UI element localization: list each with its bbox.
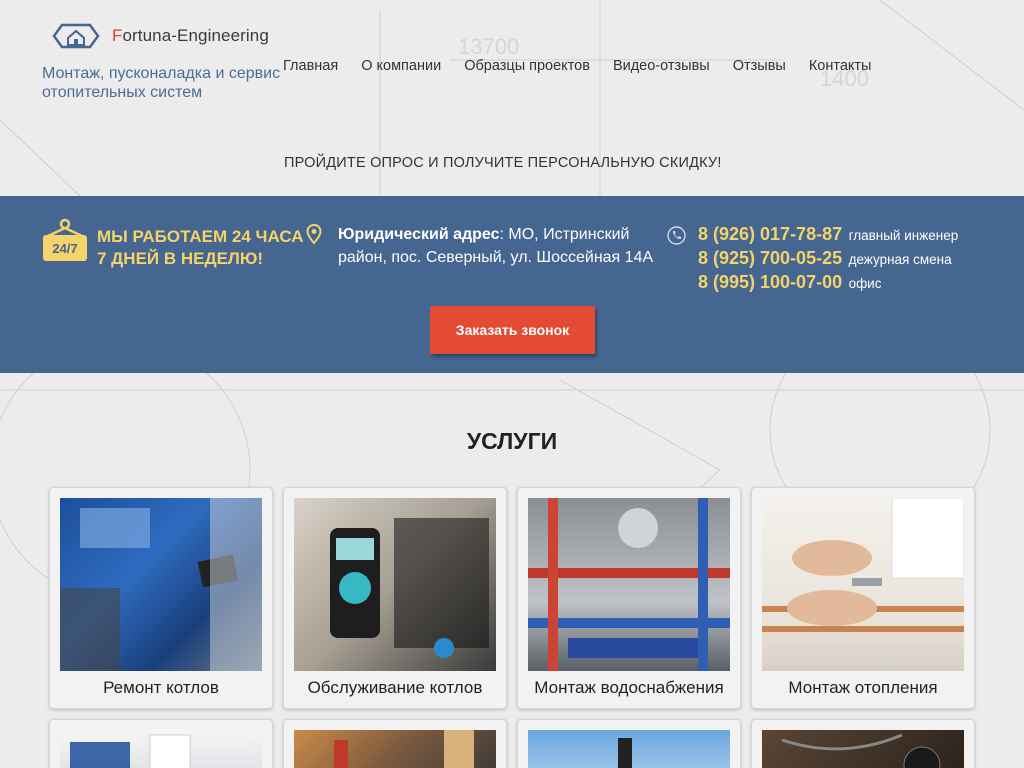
site-header: Fortuna-Engineering Монтаж, пусконаладка… — [0, 0, 1024, 196]
main-nav: Главная О компании Образцы проектов Виде… — [283, 58, 871, 74]
badge-text: 24/7 — [52, 241, 77, 256]
nav-item-video-reviews[interactable]: Видео-отзывы — [613, 58, 710, 74]
boiler-repair-photo — [60, 498, 262, 671]
phone-row: 8 (995) 100-07-00 офис — [698, 271, 958, 295]
house-logo-icon — [52, 23, 100, 49]
service-card[interactable] — [49, 719, 273, 768]
service-photo — [762, 730, 964, 768]
service-label: Обслуживание котлов — [307, 678, 483, 697]
service-card-heating-installation[interactable]: Монтаж отопления — [751, 487, 975, 709]
nav-item-projects[interactable]: Образцы проектов — [464, 58, 590, 74]
service-photo — [528, 730, 730, 768]
phone-number-duty-shift[interactable]: 8 (925) 700-05-25 — [698, 248, 842, 268]
service-label: Ремонт котлов — [103, 678, 219, 697]
phone-icon — [667, 226, 686, 245]
map-pin-icon — [306, 224, 322, 244]
24-7-badge-icon: 24/7 — [43, 218, 87, 261]
nav-item-about[interactable]: О компании — [361, 58, 441, 74]
nav-item-home[interactable]: Главная — [283, 58, 338, 74]
heating-installation-photo — [762, 498, 964, 671]
phone-note: главный инженер — [848, 228, 959, 243]
service-card[interactable] — [283, 719, 507, 768]
contact-band: 24/7 МЫ РАБОТАЕМ 24 ЧАСА 7 ДНЕЙ В НЕДЕЛЮ… — [0, 196, 1024, 373]
logo[interactable]: Fortuna-Engineering — [48, 20, 269, 52]
service-label: Монтаж отопления — [788, 678, 938, 697]
logo-name: ortuna-Engineering — [122, 26, 269, 45]
nav-item-reviews[interactable]: Отзывы — [733, 58, 786, 74]
phone-row: 8 (926) 017-78-87 главный инженер — [698, 223, 958, 247]
promo-link[interactable]: ПРОЙДИТЕ ОПРОС И ПОЛУЧИТЕ ПЕРСОНАЛЬНУЮ С… — [284, 155, 722, 171]
phone-number-chief-engineer[interactable]: 8 (926) 017-78-87 — [698, 224, 842, 244]
work-hours-line-1: МЫ РАБОТАЕМ 24 ЧАСА — [97, 227, 304, 246]
boiler-maintenance-photo — [294, 498, 496, 671]
work-hours-line-2: 7 ДНЕЙ В НЕДЕЛЮ! — [97, 249, 264, 268]
service-card[interactable] — [751, 719, 975, 768]
service-label: Монтаж водоснабжения — [534, 678, 724, 697]
request-callback-button[interactable]: Заказать звонок — [430, 306, 595, 354]
phone-note: офис — [848, 276, 882, 291]
water-supply-photo — [528, 498, 730, 671]
service-photo — [60, 730, 262, 768]
services-title: УСЛУГИ — [466, 428, 558, 454]
work-hours: МЫ РАБОТАЕМ 24 ЧАСА 7 ДНЕЙ В НЕДЕЛЮ! — [97, 226, 303, 270]
service-card[interactable] — [517, 719, 741, 768]
service-photo — [294, 730, 496, 768]
logo-accent-letter: F — [112, 26, 123, 45]
phone-note: дежурная смена — [848, 252, 952, 267]
nav-item-contacts[interactable]: Контакты — [809, 58, 872, 74]
service-card-boiler-repair[interactable]: Ремонт котлов — [49, 487, 273, 709]
service-card-water-supply[interactable]: Монтаж водоснабжения — [517, 487, 741, 709]
logo-text: Fortuna-Engineering — [112, 26, 269, 46]
tagline: Монтаж, пусконаладка и сервис отопительн… — [42, 65, 281, 101]
address-label: Юридический адрес — [338, 226, 500, 243]
phone-number-office[interactable]: 8 (995) 100-07-00 — [698, 272, 842, 292]
legal-address: Юридический адрес: МО, Истринский район,… — [338, 223, 668, 269]
phone-list: 8 (926) 017-78-87 главный инженер 8 (925… — [698, 223, 958, 295]
phone-row: 8 (925) 700-05-25 дежурная смена — [698, 247, 958, 271]
service-card-boiler-maintenance[interactable]: Обслуживание котлов — [283, 487, 507, 709]
